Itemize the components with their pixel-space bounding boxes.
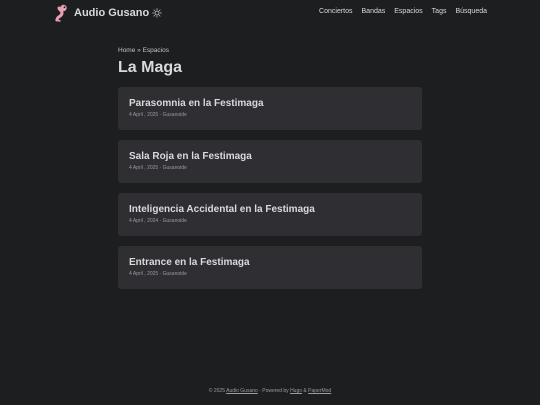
post-card[interactable]: Sala Roja en la Festimaga 4 April , 2025… [118,140,422,183]
nav-item-tags[interactable]: Tags [432,8,447,15]
site-footer: © 2025 Audio Gusano · Powered by Hugo & … [0,388,540,394]
post-title: Inteligencia Accidental en la Festimaga [129,204,315,215]
post-title: Sala Roja en la Festimaga [129,151,252,162]
breadcrumb-espacios[interactable]: Espacios [143,47,169,54]
post-card[interactable]: Entrance en la Festimaga 4 April , 2025 … [118,246,422,289]
main-content: Home » Espacios La Maga Parasomnia en la… [118,46,422,299]
nav-item-espacios[interactable]: Espacios [394,8,422,15]
post-card[interactable]: Inteligencia Accidental en la Festimaga … [118,193,422,236]
footer-copyright: © 2025 [208,388,225,394]
theme-toggle-button[interactable] [151,7,163,19]
site-header: Audio Gusano Conciertos Bandas Espacios … [0,0,540,26]
post-meta: 4 April , 2025 · Gusanoide [129,271,187,277]
post-meta: 4 April , 2025 · Gusanoide [129,165,187,171]
footer-powered-by: · Powered by [259,388,289,394]
post-title: Entrance en la Festimaga [129,257,250,268]
nav-item-conciertos[interactable]: Conciertos [319,8,352,15]
site-title: Audio Gusano [74,7,150,19]
breadcrumb-separator: » [137,47,141,54]
nav-item-bandas[interactable]: Bandas [362,8,386,15]
site-logo-link[interactable]: Audio Gusano [54,4,149,22]
page-title: La Maga [118,59,183,76]
footer-site-link[interactable]: Audio Gusano [226,388,258,394]
nav-item-busqueda[interactable]: Búsqueda [455,8,487,15]
sun-icon [152,8,162,18]
post-meta: 4 April , 2025 · Gusanoide [129,112,187,118]
footer-hugo-link[interactable]: Hugo [290,388,302,394]
breadcrumb: Home » Espacios [118,46,422,55]
post-card[interactable]: Parasomnia en la Festimaga 4 April , 202… [118,87,422,130]
post-title: Parasomnia en la Festimaga [129,98,264,109]
post-meta: 4 April , 2024 · Gusanoide [129,218,187,224]
main-nav: Conciertos Bandas Espacios Tags Búsqueda [319,8,487,15]
worm-icon [55,4,67,22]
footer-papermod-link[interactable]: PaperMod [308,388,331,394]
footer-amp: & [303,388,307,394]
post-list: Parasomnia en la Festimaga 4 April , 202… [118,87,422,289]
breadcrumb-home[interactable]: Home [118,47,135,54]
